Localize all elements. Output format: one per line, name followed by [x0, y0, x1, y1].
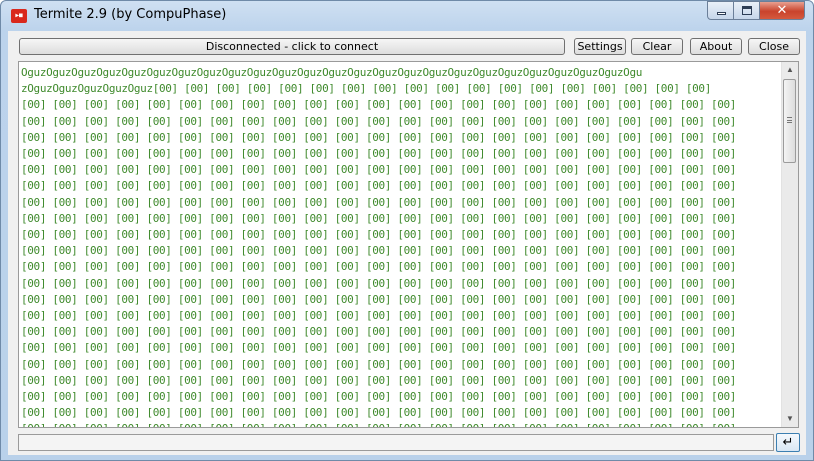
grip-icon: [787, 117, 792, 123]
window-close-button[interactable]: ✕: [759, 1, 805, 20]
enter-icon: ↵: [782, 435, 794, 450]
settings-button[interactable]: Settings: [574, 38, 626, 55]
scroll-thumb[interactable]: [783, 79, 796, 163]
terminal-line: [00] [00] [00] [00] [00] [00] [00] [00] …: [21, 260, 737, 274]
terminal-line: [00] [00] [00] [00] [00] [00] [00] [00] …: [21, 357, 737, 371]
terminal-line: [00] [00] [00] [00] [00] [00] [00] [00] …: [21, 292, 737, 306]
vertical-scrollbar[interactable]: ▲ ▼: [781, 62, 798, 427]
send-input[interactable]: [18, 434, 774, 451]
client-area: Disconnected - click to connect Settings…: [8, 31, 806, 455]
close-icon: ✕: [776, 3, 788, 18]
maximize-icon: [742, 6, 752, 15]
terminal-line: [00] [00] [00] [00] [00] [00] [00] [00] …: [21, 421, 783, 427]
terminal-line: OguzOguzOguzOguzOguzOguzOguzOguzOguzOguz…: [21, 66, 642, 79]
terminal-line: [00] [00] [00] [00] [00] [00] [00] [00] …: [21, 228, 737, 242]
terminal-output[interactable]: OguzOguzOguzOguzOguzOguzOguzOguzOguzOguz…: [18, 61, 799, 428]
clear-button[interactable]: Clear: [631, 38, 683, 55]
title-bar[interactable]: ▶■ Termite 2.9 (by CompuPhase) ✕: [1, 1, 813, 31]
termite-window: ▶■ Termite 2.9 (by CompuPhase) ✕ Disconn…: [0, 0, 814, 461]
terminal-line: [00] [00] [00] [00] [00] [00] [00] [00] …: [21, 179, 737, 193]
scroll-up-arrow-icon[interactable]: ▲: [782, 62, 798, 78]
terminal-text: OguzOguzOguzOguzOguzOguzOguzOguzOguzOguz…: [21, 65, 783, 427]
about-button[interactable]: About: [690, 38, 742, 55]
send-button[interactable]: ↵: [776, 433, 800, 452]
terminal-line: [00] [00] [00] [00] [00] [00] [00] [00] …: [21, 341, 737, 355]
terminal-line: zOguzOguzOguzOguzOguz[00] [00] [00] [00]…: [21, 82, 711, 96]
terminal-line: [00] [00] [00] [00] [00] [00] [00] [00] …: [21, 98, 737, 112]
close-button[interactable]: Close: [748, 38, 800, 55]
terminal-line: [00] [00] [00] [00] [00] [00] [00] [00] …: [21, 276, 737, 290]
terminal-line: [00] [00] [00] [00] [00] [00] [00] [00] …: [21, 211, 737, 225]
scroll-down-arrow-icon[interactable]: ▼: [782, 411, 798, 427]
minimize-icon: [717, 12, 726, 15]
terminal-line: [00] [00] [00] [00] [00] [00] [00] [00] …: [21, 373, 737, 387]
terminal-line: [00] [00] [00] [00] [00] [00] [00] [00] …: [21, 390, 737, 404]
terminal-line: [00] [00] [00] [00] [00] [00] [00] [00] …: [21, 195, 737, 209]
terminal-line: [00] [00] [00] [00] [00] [00] [00] [00] …: [21, 114, 737, 128]
window-title: Termite 2.9 (by CompuPhase): [34, 7, 227, 22]
terminal-line: [00] [00] [00] [00] [00] [00] [00] [00] …: [21, 244, 737, 258]
minimize-button[interactable]: [707, 1, 734, 20]
terminal-line: [00] [00] [00] [00] [00] [00] [00] [00] …: [21, 163, 737, 177]
terminal-line: [00] [00] [00] [00] [00] [00] [00] [00] …: [21, 309, 737, 323]
terminal-line: [00] [00] [00] [00] [00] [00] [00] [00] …: [21, 406, 737, 420]
terminal-line: [00] [00] [00] [00] [00] [00] [00] [00] …: [21, 130, 737, 144]
maximize-button[interactable]: [733, 1, 760, 20]
connect-button[interactable]: Disconnected - click to connect: [19, 38, 565, 55]
termite-app-icon[interactable]: ▶■: [11, 9, 27, 23]
terminal-line: [00] [00] [00] [00] [00] [00] [00] [00] …: [21, 147, 737, 161]
terminal-line: [00] [00] [00] [00] [00] [00] [00] [00] …: [21, 325, 737, 339]
